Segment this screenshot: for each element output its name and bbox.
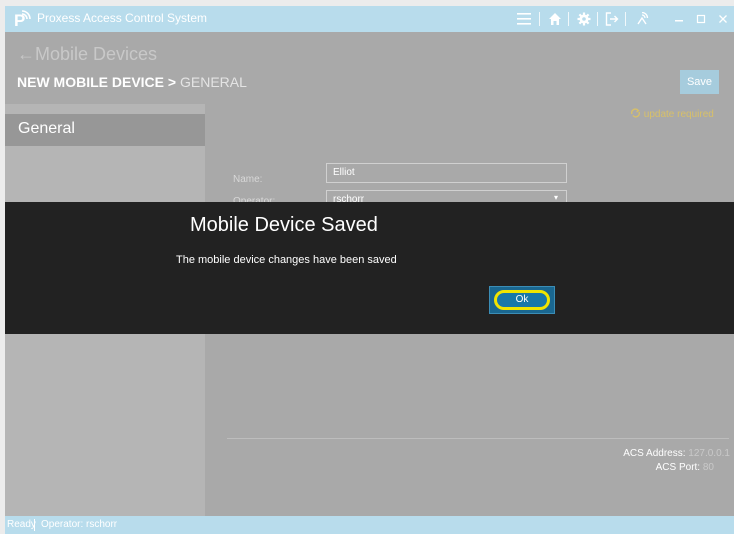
chevron-down-icon: ▾ (553, 193, 558, 202)
proxess-logo-icon: P (14, 10, 31, 29)
maximize-icon[interactable] (691, 9, 711, 29)
status-divider (34, 519, 35, 531)
ok-button[interactable]: Ok (494, 290, 550, 310)
page-parent-title: Mobile Devices (35, 44, 158, 64)
dialog-title: Mobile Device Saved (190, 214, 378, 236)
back-navigation[interactable]: ←Mobile Devices (17, 44, 157, 65)
minimize-icon[interactable] (669, 9, 689, 29)
ok-button-frame[interactable]: Ok (489, 286, 555, 314)
update-required-text: update required (643, 109, 714, 120)
dialog-message: The mobile device changes have been save… (176, 254, 397, 266)
app-window: P Proxess Access Control System ←Mobile … (5, 6, 734, 534)
toolbar-divider (568, 12, 569, 26)
name-value: Elliot (333, 167, 355, 178)
back-arrow-icon[interactable]: ← (17, 44, 35, 65)
update-required-notice: update required (630, 108, 714, 120)
acs-address-label: ACS Address: (623, 448, 686, 459)
breadcrumb-item-new-mobile-device: NEW MOBILE DEVICE (17, 74, 165, 90)
logout-icon[interactable] (602, 9, 622, 29)
name-field[interactable]: Elliot (326, 163, 567, 183)
status-text: Ready (7, 519, 36, 530)
footer-divider (227, 438, 729, 439)
breadcrumb-item-general: GENERAL (179, 74, 247, 90)
toolbar-divider (625, 12, 626, 26)
acs-port-value: 80 (702, 462, 714, 473)
save-button[interactable]: Save (680, 70, 719, 94)
message-dialog: Mobile Device Saved The mobile device ch… (5, 202, 734, 334)
sidebar-item-label: General (18, 120, 75, 137)
sync-icon (631, 108, 640, 118)
status-operator: Operator: rschorr (41, 519, 118, 530)
acs-address-value: 127.0.0.1 (688, 448, 730, 459)
antenna-icon[interactable] (632, 9, 652, 29)
close-icon[interactable] (713, 9, 733, 29)
menu-icon[interactable] (514, 9, 534, 29)
home-icon[interactable] (545, 9, 565, 29)
settings-icon[interactable] (574, 9, 594, 29)
status-bar: Ready Operator: rschorr (5, 516, 734, 534)
breadcrumb: NEW MOBILE DEVICE > GENERAL (17, 74, 247, 90)
breadcrumb-separator: > (167, 74, 177, 90)
app-title: Proxess Access Control System (37, 11, 208, 25)
toolbar-divider (539, 12, 540, 26)
toolbar-divider (597, 12, 598, 26)
title-bar: P Proxess Access Control System (5, 6, 734, 32)
acs-port-label: ACS Port: (655, 462, 701, 473)
acs-address: ACS Address: 127.0.0.1 (623, 448, 730, 459)
name-label: Name: (233, 174, 263, 185)
acs-port: ACS Port: 80 (656, 462, 714, 473)
sidebar-item-general[interactable]: General (5, 114, 205, 146)
